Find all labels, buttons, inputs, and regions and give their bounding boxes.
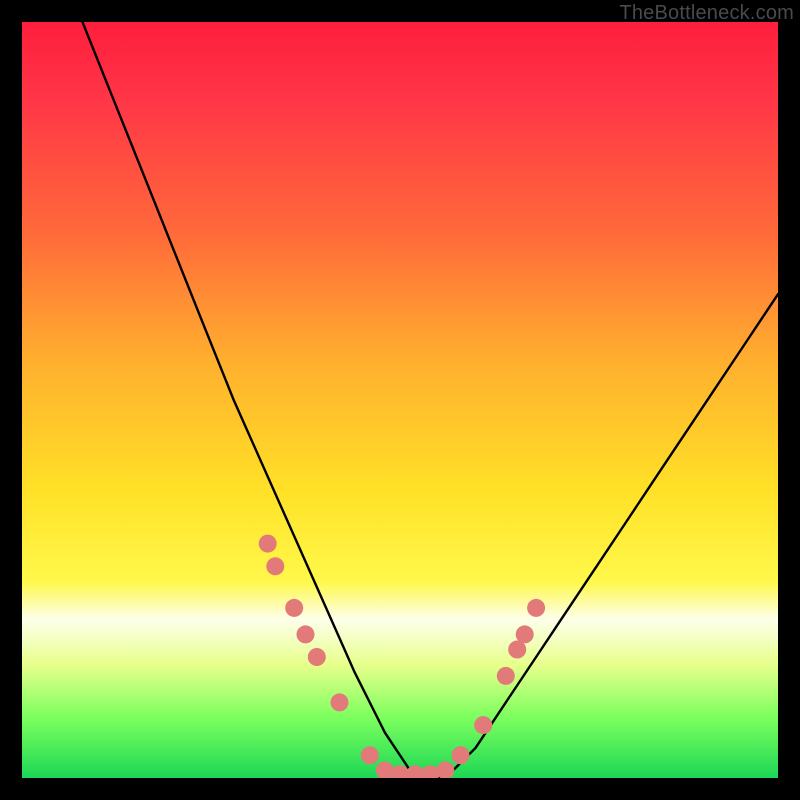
chart-marker [516,625,534,643]
chart-marker [474,716,492,734]
chart-frame: TheBottleneck.com [0,0,800,800]
chart-marker [361,746,379,764]
chart-marker [308,648,326,666]
chart-marker [266,557,284,575]
bottleneck-curve-path [83,22,779,778]
chart-plot-area [22,22,778,778]
chart-marker [527,599,545,617]
chart-marker [331,693,349,711]
chart-marker [285,599,303,617]
watermark-text: TheBottleneck.com [619,2,794,25]
chart-marker [452,746,470,764]
chart-marker [497,667,515,685]
chart-marker [259,535,277,553]
chart-marker [436,761,454,778]
chart-markers-group [259,535,545,778]
chart-marker [297,625,315,643]
chart-svg [22,22,778,778]
